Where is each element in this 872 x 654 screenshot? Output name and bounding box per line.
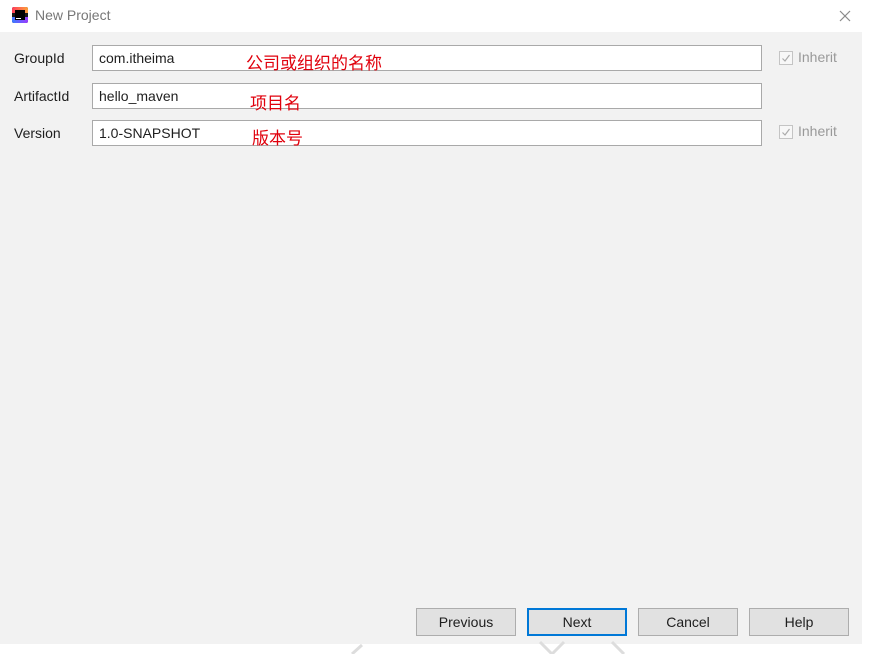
watermark-decoration (350, 640, 626, 654)
